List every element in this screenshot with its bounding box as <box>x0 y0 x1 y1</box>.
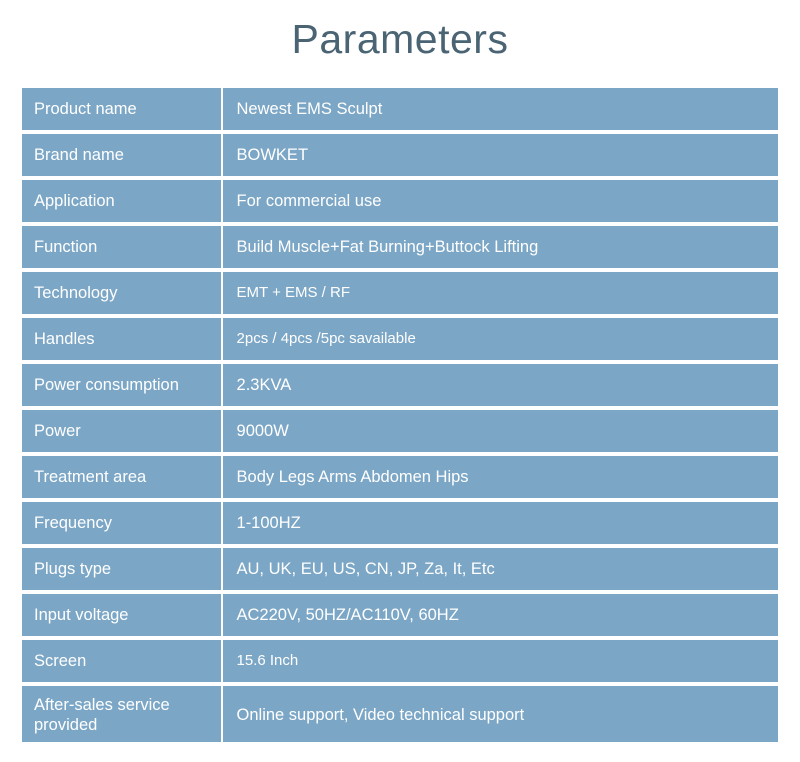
spec-value: AC220V, 50HZ/AC110V, 60HZ <box>222 594 778 637</box>
spec-value: 2.3KVA <box>222 364 778 407</box>
table-row: Frequency 1-100HZ <box>22 502 778 545</box>
spec-label: Screen <box>22 640 223 683</box>
spec-value: For commercial use <box>222 180 778 223</box>
spec-value: Body Legs Arms Abdomen Hips <box>222 456 778 499</box>
spec-value: Online support, Video technical support <box>222 686 778 743</box>
spec-label: Handles <box>22 318 223 361</box>
spec-label: Power <box>22 410 223 453</box>
spec-label: Product name <box>22 88 223 131</box>
table-row: Treatment area Body Legs Arms Abdomen Hi… <box>22 456 778 499</box>
spec-label: Function <box>22 226 223 269</box>
table-row: Screen 15.6 Inch <box>22 640 778 683</box>
table-row: Input voltage AC220V, 50HZ/AC110V, 60HZ <box>22 594 778 637</box>
spec-value: Newest EMS Sculpt <box>222 88 778 131</box>
spec-value: BOWKET <box>222 134 778 177</box>
spec-label: Plugs type <box>22 548 223 591</box>
spec-label: Treatment area <box>22 456 223 499</box>
spec-label: Frequency <box>22 502 223 545</box>
table-row: Plugs type AU, UK, EU, US, CN, JP, Za, I… <box>22 548 778 591</box>
spec-label: Power consumption <box>22 364 223 407</box>
spec-label: Brand name <box>22 134 223 177</box>
spec-value: Build Muscle+Fat Burning+Buttock Lifting <box>222 226 778 269</box>
spec-label: Application <box>22 180 223 223</box>
table-row: Product name Newest EMS Sculpt <box>22 88 778 131</box>
table-row: Application For commercial use <box>22 180 778 223</box>
table-row: Power consumption 2.3KVA <box>22 364 778 407</box>
spec-value: EMT + EMS / RF <box>222 272 778 315</box>
page-title: Parameters <box>291 16 509 62</box>
spec-value: AU, UK, EU, US, CN, JP, Za, It, Etc <box>222 548 778 591</box>
table-row: After-sales service provided Online supp… <box>22 686 778 743</box>
specifications-table-body: Product name Newest EMS Sculpt Brand nam… <box>22 88 778 743</box>
table-row: Function Build Muscle+Fat Burning+Buttoc… <box>22 226 778 269</box>
specifications-table: Product name Newest EMS Sculpt Brand nam… <box>22 84 778 746</box>
spec-label: After-sales service provided <box>22 686 223 743</box>
parameters-page: Parameters Product name Newest EMS Sculp… <box>0 0 800 762</box>
table-row: Handles 2pcs / 4pcs /5pc savailable <box>22 318 778 361</box>
table-row: Technology EMT + EMS / RF <box>22 272 778 315</box>
spec-label: Technology <box>22 272 223 315</box>
spec-value: 1-100HZ <box>222 502 778 545</box>
spec-value: 9000W <box>222 410 778 453</box>
table-row: Power 9000W <box>22 410 778 453</box>
spec-value: 2pcs / 4pcs /5pc savailable <box>222 318 778 361</box>
spec-label: Input voltage <box>22 594 223 637</box>
spec-value: 15.6 Inch <box>222 640 778 683</box>
table-row: Brand name BOWKET <box>22 134 778 177</box>
